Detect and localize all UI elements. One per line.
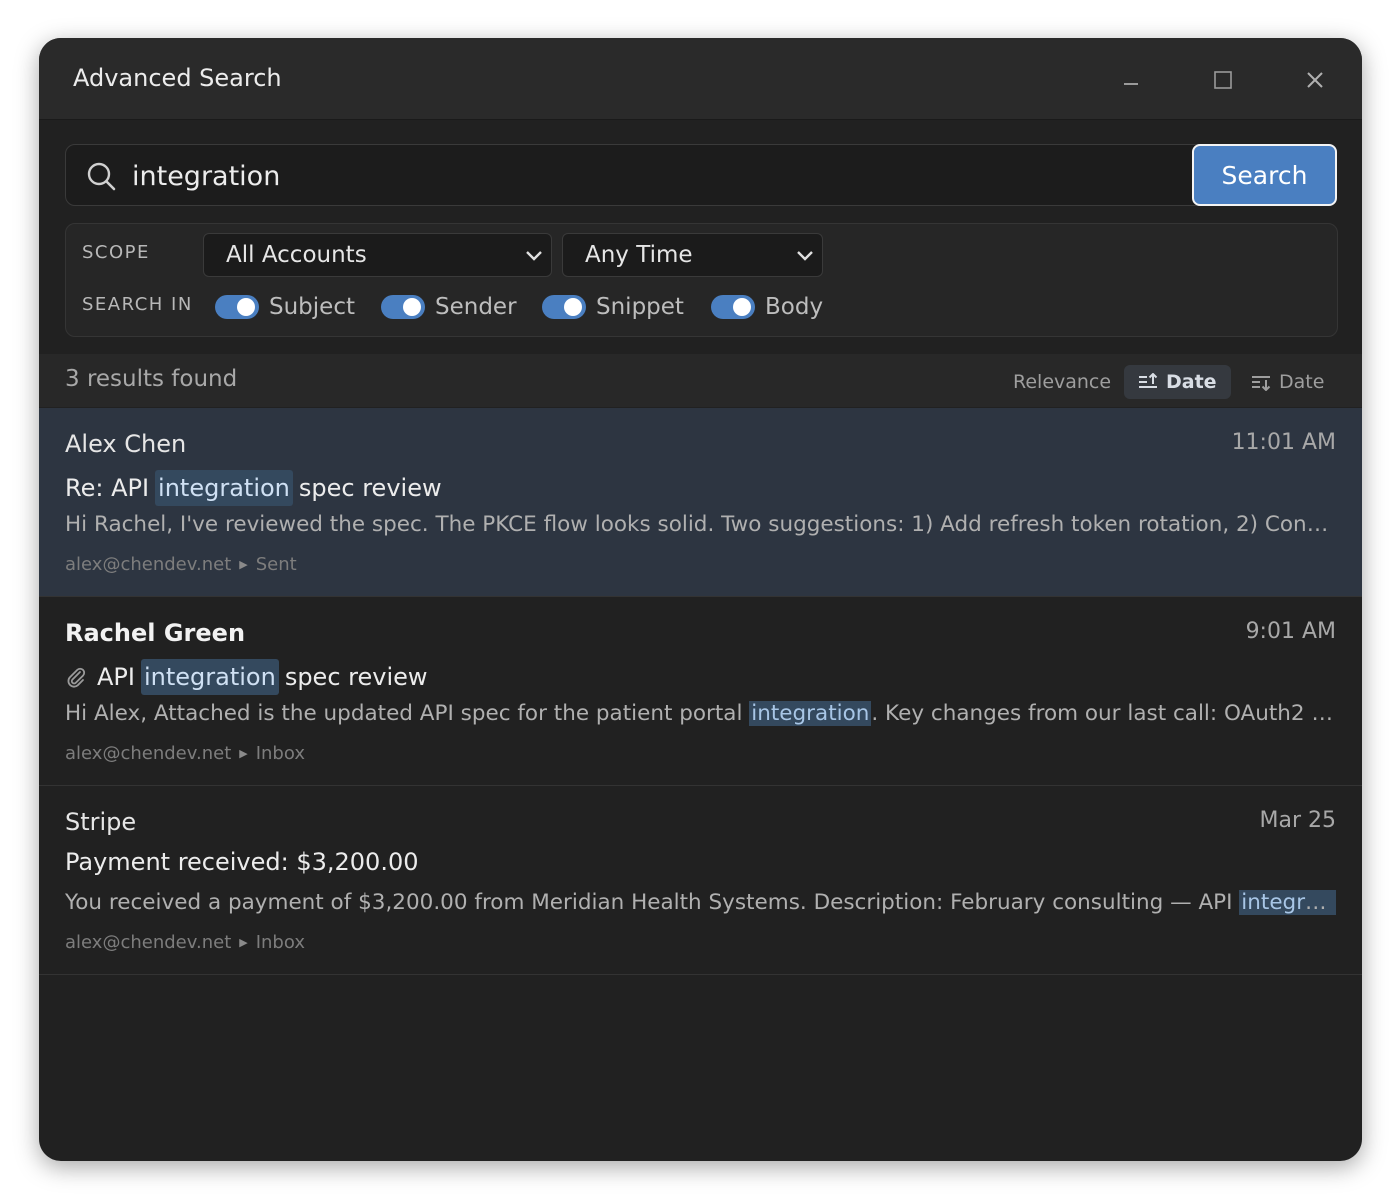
result-sender: Stripe <box>65 808 137 836</box>
result-account: alex@chendev.net <box>65 932 232 953</box>
toggle-knob <box>237 298 255 316</box>
result-snippet: Hi Alex, Attached is the updated API spe… <box>65 701 1336 726</box>
toggle-switch[interactable] <box>711 295 755 319</box>
toggle-label: Subject <box>269 294 355 320</box>
results-count: 3 results found <box>65 366 238 392</box>
toggle-sender[interactable]: Sender <box>381 292 517 322</box>
attachment-icon <box>65 666 87 688</box>
chevron-down-icon <box>797 251 813 261</box>
toggle-switch[interactable] <box>215 295 259 319</box>
title-bar: Advanced Search <box>39 38 1362 120</box>
search-icon <box>87 162 116 191</box>
advanced-search-window: Advanced Search Search SCOPE All Account… <box>39 38 1362 1161</box>
window-title: Advanced Search <box>73 64 282 92</box>
toggle-knob <box>733 298 751 316</box>
result-item[interactable]: Stripe Mar 25 Payment received: $3,200.0… <box>39 786 1362 975</box>
subject-text: API <box>97 663 135 691</box>
snippet-match-highlight: integra… <box>1239 890 1336 915</box>
snippet-text: . Key changes from our last call: OAuth2… <box>871 701 1336 726</box>
result-subject: Re: API integration spec review <box>65 470 442 506</box>
sort-date-asc-label: Date <box>1166 371 1217 393</box>
subject-text: spec review <box>298 474 442 502</box>
toggle-label: Body <box>765 294 824 320</box>
result-sender: Alex Chen <box>65 430 187 458</box>
close-button[interactable] <box>1295 60 1335 100</box>
toggle-switch[interactable] <box>381 295 425 319</box>
search-button[interactable]: Search <box>1192 144 1337 206</box>
filter-panel: SCOPE All Accounts Any Time SEARCH IN Su… <box>65 223 1338 337</box>
folder-arrow-icon: ▶ <box>239 558 248 571</box>
toggle-label: Sender <box>435 294 517 320</box>
result-folder: Inbox <box>255 743 305 764</box>
sort-date-desc-label: Date <box>1279 371 1325 393</box>
toggle-switch[interactable] <box>542 295 586 319</box>
result-meta: alex@chendev.net ▶ Inbox <box>65 743 305 764</box>
result-subject: API integration spec review <box>65 659 428 695</box>
result-time: Mar 25 <box>1259 808 1337 833</box>
sort-date-desc-button[interactable]: Date <box>1237 365 1338 399</box>
result-item[interactable]: Alex Chen 11:01 AM Re: API integration s… <box>39 408 1362 597</box>
result-subject: Payment received: $3,200.00 <box>65 848 419 876</box>
maximize-button[interactable] <box>1203 60 1243 100</box>
time-select-value: Any Time <box>585 242 693 268</box>
sort-date-asc-button[interactable]: Date <box>1124 365 1231 399</box>
toggle-body[interactable]: Body <box>711 292 823 322</box>
account-select-value: All Accounts <box>226 242 367 268</box>
result-time: 9:01 AM <box>1245 619 1336 644</box>
sort-relevance-label: Relevance <box>1013 371 1112 393</box>
folder-arrow-icon: ▶ <box>239 936 248 949</box>
result-folder: Sent <box>255 554 297 575</box>
search-row: Search <box>65 144 1337 207</box>
snippet-text: Hi Alex, Attached is the updated API spe… <box>65 701 750 726</box>
result-account: alex@chendev.net <box>65 743 232 764</box>
subject-match-highlight: integration <box>155 470 293 506</box>
folder-arrow-icon: ▶ <box>239 747 248 760</box>
result-item[interactable]: Rachel Green 9:01 AM API integration spe… <box>39 597 1362 786</box>
subject-text: Re: API <box>65 474 150 502</box>
result-snippet: You received a payment of $3,200.00 from… <box>65 890 1336 915</box>
minimize-icon <box>1124 83 1138 85</box>
search-box[interactable] <box>65 144 1207 207</box>
sort-ascending-icon <box>1139 373 1158 388</box>
sort-relevance-button[interactable]: Relevance <box>999 365 1125 399</box>
toggle-knob <box>403 298 421 316</box>
toggle-knob <box>564 298 582 316</box>
result-time: 11:01 AM <box>1231 430 1336 455</box>
toggle-snippet[interactable]: Snippet <box>542 292 684 322</box>
time-select[interactable]: Any Time <box>562 233 823 277</box>
chevron-down-icon <box>526 251 542 261</box>
search-input[interactable] <box>130 145 1194 207</box>
scope-label: SCOPE <box>82 242 150 263</box>
result-folder: Inbox <box>255 932 305 953</box>
result-account: alex@chendev.net <box>65 554 232 575</box>
minimize-button[interactable] <box>1111 60 1151 100</box>
close-icon <box>1307 72 1323 88</box>
snippet-match-highlight: integration <box>749 701 872 726</box>
result-meta: alex@chendev.net ▶ Inbox <box>65 932 305 953</box>
toggle-label: Snippet <box>596 294 684 320</box>
subject-match-highlight: integration <box>140 659 279 695</box>
toggle-subject[interactable]: Subject <box>215 292 355 322</box>
sort-descending-icon <box>1252 376 1271 391</box>
results-bar: 3 results found Relevance Date Date <box>39 354 1362 407</box>
maximize-icon <box>1214 71 1232 89</box>
snippet-text: You received a payment of $3,200.00 from… <box>65 890 1240 915</box>
subject-text: spec review <box>284 663 428 691</box>
result-sender: Rachel Green <box>65 619 246 647</box>
result-snippet: Hi Rachel, I've reviewed the spec. The P… <box>65 512 1336 537</box>
search-in-label: SEARCH IN <box>82 294 193 315</box>
account-select[interactable]: All Accounts <box>203 233 552 277</box>
result-meta: alex@chendev.net ▶ Sent <box>65 554 297 575</box>
